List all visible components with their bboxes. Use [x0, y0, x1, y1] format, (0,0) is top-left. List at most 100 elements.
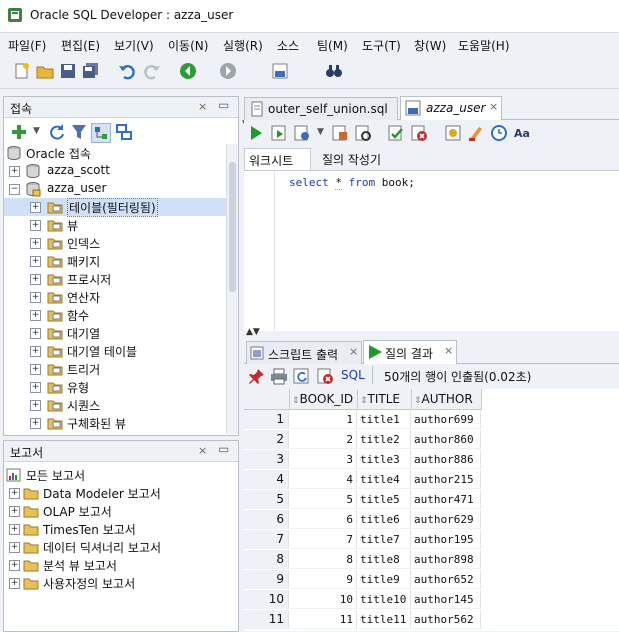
expand-icon[interactable]: + [9, 560, 20, 571]
table-cell[interactable]: author898 [412, 550, 481, 569]
expand-icon[interactable]: + [30, 346, 41, 357]
table-cell[interactable]: 7 [290, 530, 357, 549]
save-icon[interactable] [59, 62, 77, 80]
table-cell[interactable]: 1 [290, 410, 357, 429]
expand-icon[interactable]: + [9, 488, 20, 499]
table-cell[interactable]: title5 [358, 490, 411, 509]
rollback-icon[interactable] [410, 124, 428, 142]
expand-icon[interactable]: + [9, 506, 20, 517]
scroll-thumb[interactable] [229, 162, 236, 292]
pin-icon[interactable] [248, 367, 266, 385]
add-dropdown-icon[interactable]: ▼ [33, 126, 40, 136]
sql-link[interactable]: SQL [341, 368, 365, 382]
expand-icon[interactable]: + [9, 166, 20, 177]
sort-icon[interactable]: ⇕ [414, 396, 422, 406]
expand-icon[interactable]: + [30, 292, 41, 303]
menu-run[interactable]: 실행(R) [223, 37, 263, 54]
open-folder-icon[interactable] [36, 62, 54, 80]
schema-browser-icon[interactable] [91, 123, 111, 143]
tree-item-queue-table[interactable]: + 대기열 테이블 [4, 342, 226, 360]
tree-item-view[interactable]: + 뷰 [4, 216, 226, 234]
menu-view[interactable]: 보기(V) [114, 37, 154, 54]
save-all-icon[interactable] [82, 62, 100, 80]
tree-item-azza-scott[interactable]: + azza_scott [4, 162, 226, 180]
tree-item-operator[interactable]: + 연산자 [4, 288, 226, 306]
table-cell[interactable]: 5 [290, 490, 357, 509]
history-icon[interactable] [490, 124, 508, 142]
table-row[interactable]: 10 10 title10 author145 [244, 590, 482, 610]
table-cell[interactable]: title3 [358, 450, 411, 469]
expand-icon[interactable]: + [30, 202, 41, 213]
table-cell[interactable]: 8 [290, 550, 357, 569]
table-cell[interactable]: title4 [358, 470, 411, 489]
tree-view-icon[interactable] [115, 123, 133, 141]
tree-item-index[interactable]: + 인덱스 [4, 234, 226, 252]
menu-navigate[interactable]: 이동(N) [168, 37, 208, 54]
expand-icon[interactable]: + [9, 578, 20, 589]
tree-item-oracle-connections[interactable]: Oracle 접속 [4, 144, 226, 162]
tab-outer-self-union[interactable]: outer_self_union.sql [244, 97, 398, 120]
expand-icon[interactable]: + [9, 542, 20, 553]
close-tab-icon[interactable]: × [349, 345, 358, 358]
table-row[interactable]: 3 3 title3 author886 [244, 450, 482, 470]
redo-icon[interactable] [143, 62, 161, 80]
tree-item-report-6[interactable]: + 사용자정의 보고서 [4, 574, 234, 592]
tree-item-report-3[interactable]: + TimesTen 보고서 [4, 520, 234, 538]
table-cell[interactable]: author562 [412, 610, 481, 629]
subtab-query-builder[interactable]: 질의 작성기 [320, 148, 400, 169]
connections-scrollbar[interactable] [226, 144, 238, 434]
minimize-icon[interactable]: ▭ [218, 98, 229, 112]
table-cell[interactable]: 2 [290, 430, 357, 449]
menu-tools[interactable]: 도구(T) [362, 37, 401, 54]
refresh-icon[interactable] [48, 123, 66, 141]
format-case-icon[interactable]: Aa [513, 124, 531, 142]
add-connection-icon[interactable] [10, 123, 28, 141]
run-script-icon[interactable] [270, 124, 288, 142]
table-cell[interactable]: title6 [358, 510, 411, 529]
back-icon[interactable] [179, 62, 197, 80]
table-row[interactable]: 6 6 title6 author629 [244, 510, 482, 530]
expand-icon[interactable]: + [30, 256, 41, 267]
split-arrows-icon[interactable]: ▲▼ [246, 327, 260, 337]
table-cell[interactable]: title1 [358, 410, 411, 429]
expand-icon[interactable]: + [30, 418, 41, 429]
table-cell[interactable]: author699 [412, 410, 481, 429]
tab-query-result[interactable]: 질의 결과 × [363, 340, 457, 364]
new-file-icon[interactable] [13, 62, 31, 80]
refresh-results-icon[interactable] [292, 367, 310, 385]
tab-azza-user[interactable]: azza_user × [400, 96, 502, 120]
table-row[interactable]: 1 1 title1 author699 [244, 410, 482, 430]
collapse-icon[interactable]: − [9, 184, 20, 195]
table-cell[interactable]: title11 [358, 610, 411, 629]
clear-icon[interactable] [467, 124, 485, 142]
sort-icon[interactable]: ⇕ [360, 396, 368, 406]
table-row[interactable]: 11 11 title11 author562 [244, 610, 482, 630]
tree-item-azza-user[interactable]: − azza_user [4, 180, 226, 198]
minimize-icon[interactable]: ▭ [218, 442, 229, 456]
table-cell[interactable]: 10 [290, 590, 357, 609]
tree-item-mview[interactable]: + 구체화된 뷰 [4, 414, 226, 432]
table-row[interactable]: 9 9 title9 author652 [244, 570, 482, 590]
tree-item-report-4[interactable]: + 데이터 딕셔너리 보고서 [4, 538, 234, 556]
sql-tuning-icon[interactable] [354, 124, 372, 142]
table-cell[interactable]: 6 [290, 510, 357, 529]
expand-icon[interactable]: + [30, 400, 41, 411]
forward-icon[interactable] [219, 62, 237, 80]
table-cell[interactable]: author886 [412, 450, 481, 469]
expand-icon[interactable]: + [30, 238, 41, 249]
sql-editor[interactable]: select * from book; [244, 171, 619, 331]
tree-item-type[interactable]: + 유형 [4, 378, 226, 396]
menu-help[interactable]: 도움말(H) [458, 37, 510, 54]
table-cell[interactable]: title7 [358, 530, 411, 549]
menu-source[interactable]: 소스 [277, 37, 299, 54]
table-cell[interactable]: title10 [358, 590, 411, 609]
splitter[interactable]: ▲▼ [244, 327, 619, 338]
tree-item-report-1[interactable]: + Data Modeler 보고서 [4, 484, 234, 502]
table-cell[interactable]: title9 [358, 570, 411, 589]
table-row[interactable]: 2 2 title2 author860 [244, 430, 482, 450]
menu-window[interactable]: 창(W) [414, 37, 446, 54]
tree-item-all-reports[interactable]: 모든 보고서 [4, 466, 234, 484]
tree-item-queue[interactable]: + 대기열 [4, 324, 226, 342]
table-row[interactable]: 8 8 title8 author898 [244, 550, 482, 570]
subtab-worksheet[interactable]: 워크시트 [244, 148, 311, 170]
